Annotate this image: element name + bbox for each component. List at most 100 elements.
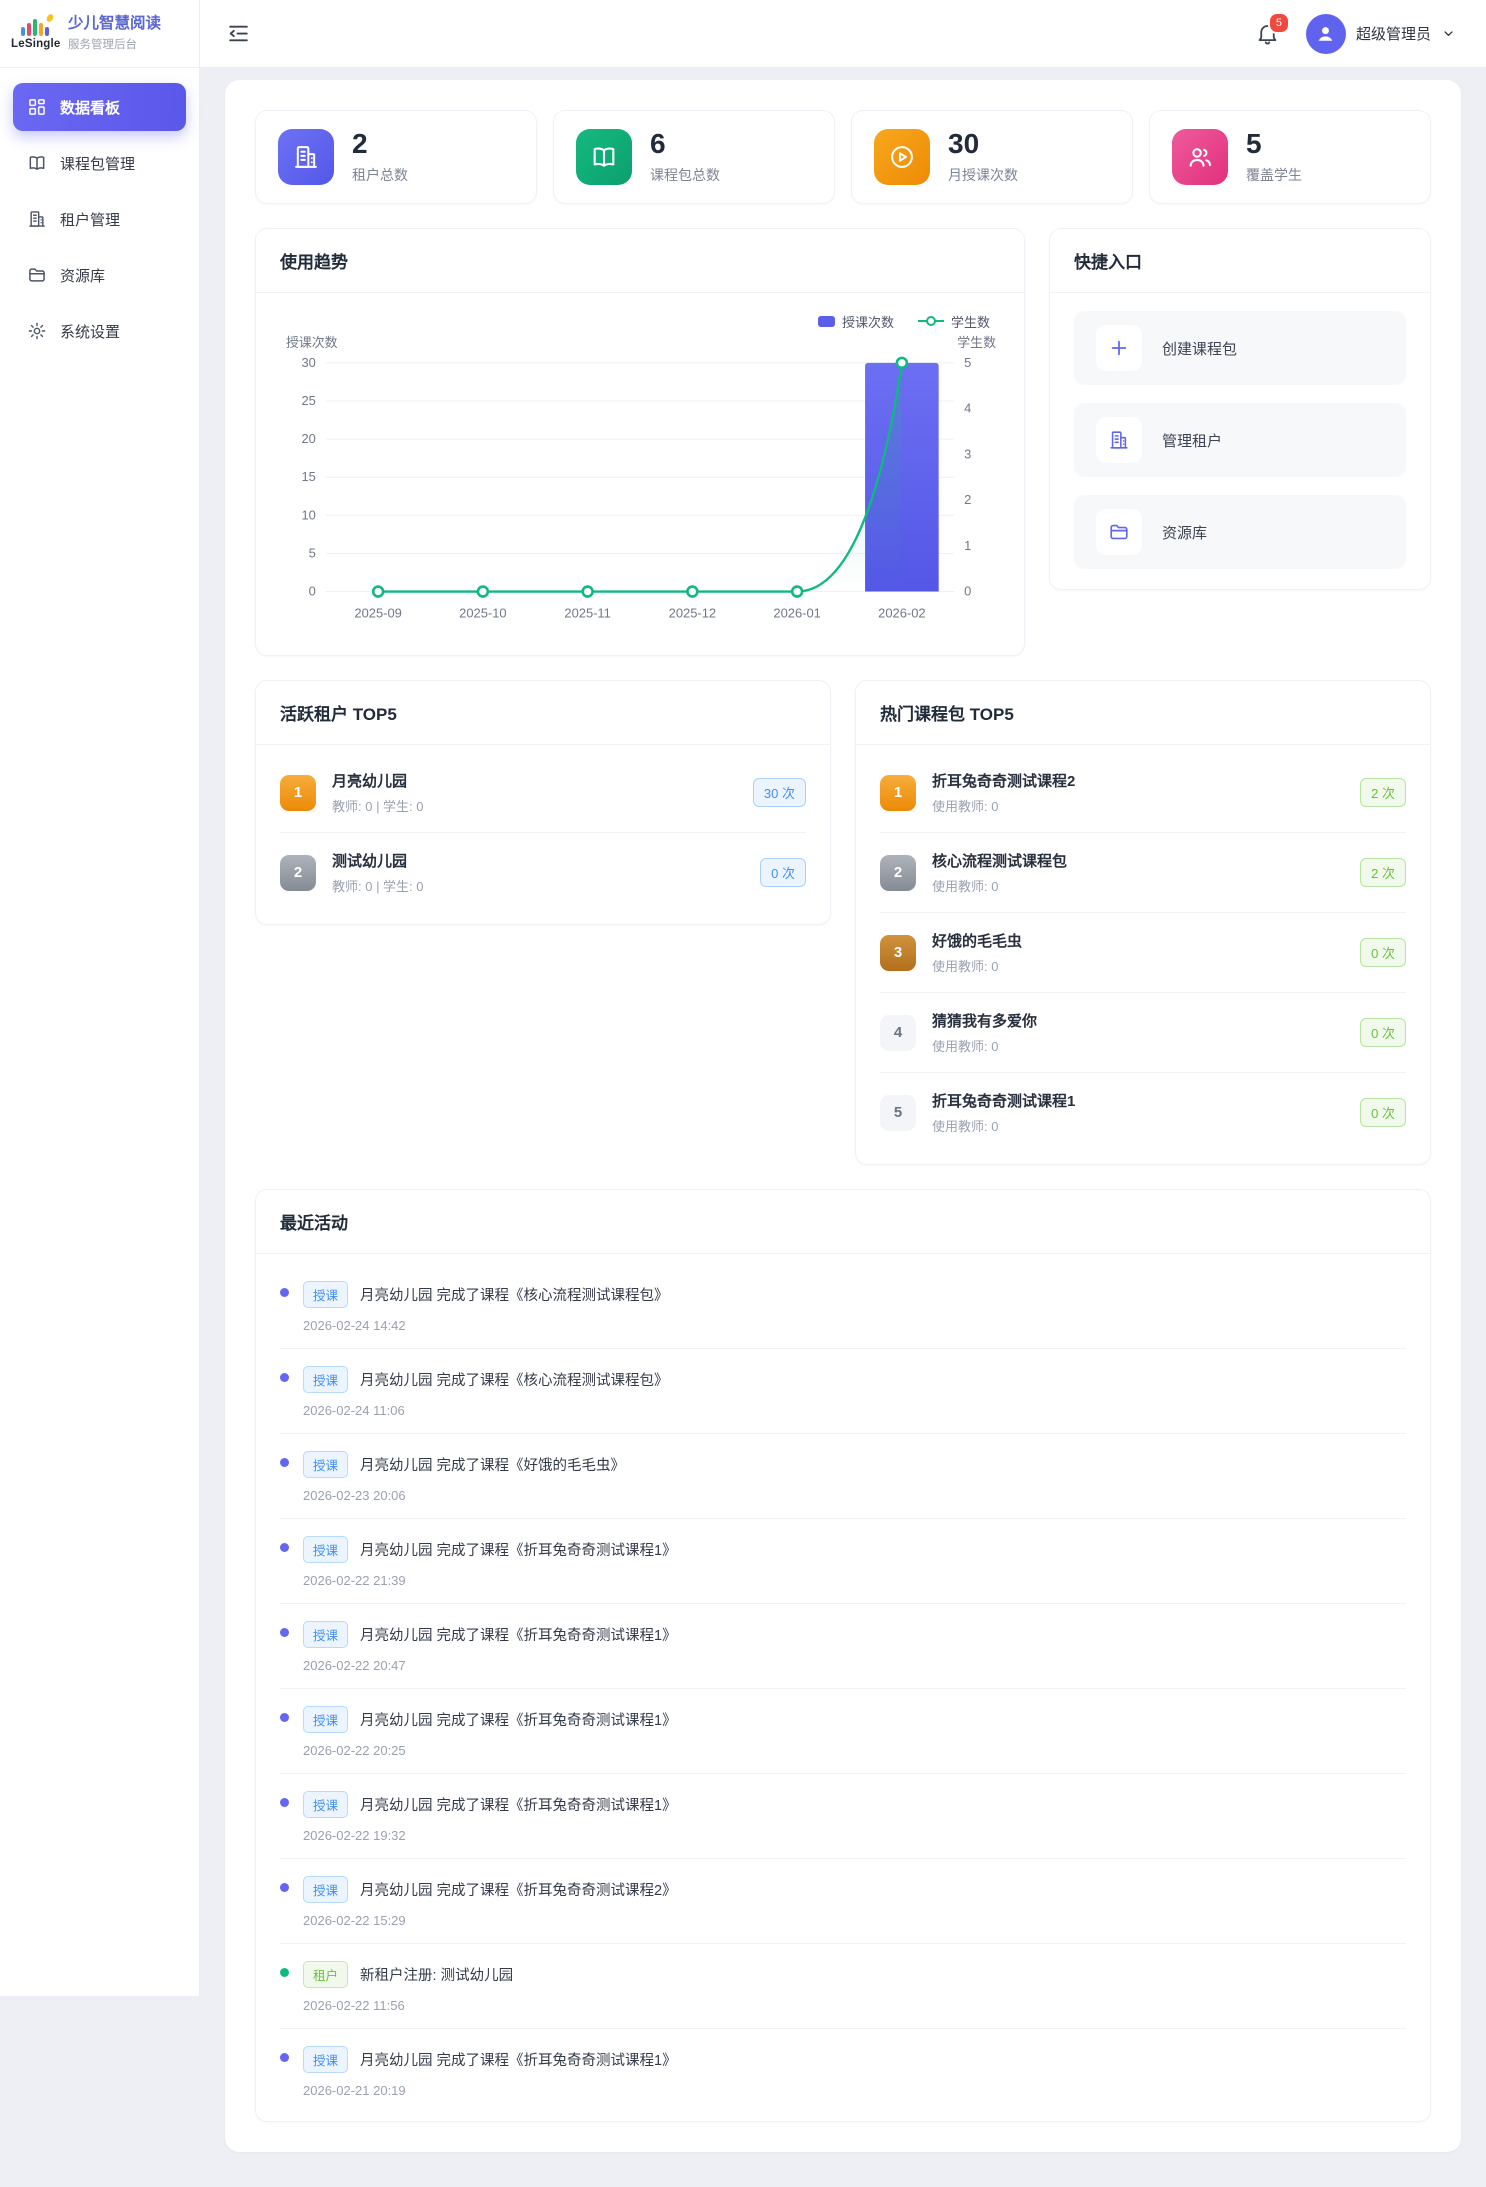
rank-info: 折耳兔奇奇测试课程1 使用教师: 0: [932, 1090, 1344, 1135]
usage-count-badge: 0 次: [760, 858, 806, 887]
activity-text: 月亮幼儿园 完成了课程《折耳兔奇奇测试课程1》: [360, 1709, 677, 1730]
svg-text:学生数: 学生数: [957, 335, 996, 350]
svg-text:2025-12: 2025-12: [669, 605, 716, 620]
activity-text: 月亮幼儿园 完成了课程《折耳兔奇奇测试课程1》: [360, 1794, 677, 1815]
rank-info: 月亮幼儿园 教师: 0 | 学生: 0: [332, 770, 737, 815]
svg-text:5: 5: [964, 355, 971, 370]
quick-entry-1[interactable]: 管理租户: [1074, 403, 1406, 477]
activity-body: 授课 月亮幼儿园 完成了课程《核心流程测试课程包》 2026-02-24 11:…: [303, 1366, 1406, 1418]
activity-item-2: 授课 月亮幼儿园 完成了课程《好饿的毛毛虫》 2026-02-23 20:06: [280, 1434, 1406, 1519]
rank-name: 折耳兔奇奇测试课程1: [932, 1090, 1344, 1111]
users-icon: [1172, 129, 1228, 185]
stat-value: 6: [650, 129, 720, 160]
svg-text:4: 4: [964, 401, 971, 416]
user-name: 超级管理员: [1356, 23, 1431, 44]
sidebar-item-0[interactable]: 数据看板: [13, 83, 186, 131]
activity-type-tag: 授课: [303, 1536, 348, 1563]
activity-type-tag: 授课: [303, 1876, 348, 1903]
packages-row-3: 4 猜猜我有多爱你 使用教师: 0 0 次: [880, 993, 1406, 1073]
logo-bar: [39, 23, 43, 36]
rank-info: 测试幼儿园 教师: 0 | 学生: 0: [332, 850, 744, 895]
svg-text:30: 30: [301, 355, 315, 370]
activity-timestamp: 2026-02-22 20:47: [303, 1658, 1406, 1673]
activity-line: 租户 新租户注册: 测试幼儿园: [303, 1961, 1406, 1988]
activity-type-tag: 授课: [303, 1281, 348, 1308]
stat-text: 5 覆盖学生: [1246, 129, 1302, 185]
svg-text:2026-01: 2026-01: [773, 605, 820, 620]
stat-card-3: 5 覆盖学生: [1149, 110, 1431, 204]
rank-badge: 5: [880, 1095, 916, 1131]
sidebar-item-1[interactable]: 课程包管理: [13, 139, 186, 187]
hot-packages-title: 热门课程包 TOP5: [856, 681, 1430, 745]
activity-text: 月亮幼儿园 完成了课程《核心流程测试课程包》: [360, 1369, 669, 1390]
svg-text:2026-02: 2026-02: [878, 605, 925, 620]
activity-body: 授课 月亮幼儿园 完成了课程《折耳兔奇奇测试课程1》 2026-02-22 20…: [303, 1706, 1406, 1758]
sidebar-item-2[interactable]: 租户管理: [13, 195, 186, 243]
activity-line: 授课 月亮幼儿园 完成了课程《好饿的毛毛虫》: [303, 1451, 1406, 1478]
logo-bar: [45, 27, 49, 36]
activity-dot: [280, 1798, 289, 1807]
rank-info: 猜猜我有多爱你 使用教师: 0: [932, 1010, 1344, 1055]
activity-line: 授课 月亮幼儿园 完成了课程《折耳兔奇奇测试课程1》: [303, 1621, 1406, 1648]
svg-text:0: 0: [964, 584, 971, 599]
stat-card-2: 30 月授课次数: [851, 110, 1133, 204]
collapse-sidebar-button[interactable]: [226, 21, 251, 46]
quick-entry-0[interactable]: 创建课程包: [1074, 311, 1406, 385]
usage-count-badge: 2 次: [1360, 858, 1406, 887]
rank-name: 月亮幼儿园: [332, 770, 737, 791]
usage-count-badge: 0 次: [1360, 1098, 1406, 1127]
recent-activity-title: 最近活动: [256, 1190, 1430, 1254]
book-icon: [27, 153, 47, 173]
activity-item-7: 授课 月亮幼儿园 完成了课程《折耳兔奇奇测试课程2》 2026-02-22 15…: [280, 1859, 1406, 1944]
stat-value: 30: [948, 129, 1018, 160]
user-menu[interactable]: 超级管理员: [1306, 14, 1456, 54]
building-icon: [278, 129, 334, 185]
activity-item-8: 租户 新租户注册: 测试幼儿园 2026-02-22 11:56: [280, 1944, 1406, 2029]
notification-bell-button[interactable]: 5: [1255, 21, 1280, 46]
activity-timestamp: 2026-02-22 20:25: [303, 1743, 1406, 1758]
charts-row: 使用趋势 授课次数学生数 051015202530012345授课次数学生数20…: [255, 228, 1431, 656]
sidebar-item-label: 数据看板: [60, 97, 120, 118]
activity-dot: [280, 1628, 289, 1637]
folder-icon: [27, 265, 47, 285]
activity-timestamp: 2026-02-22 15:29: [303, 1913, 1406, 1928]
svg-text:2025-09: 2025-09: [354, 605, 401, 620]
rank-info: 核心流程测试课程包 使用教师: 0: [932, 850, 1344, 895]
sidebar-item-3[interactable]: 资源库: [13, 251, 186, 299]
rank-badge: 3: [880, 935, 916, 971]
activity-text: 新租户注册: 测试幼儿园: [360, 1964, 513, 1985]
activity-dot: [280, 1883, 289, 1892]
stat-card-1: 6 课程包总数: [553, 110, 835, 204]
rank-subtitle: 使用教师: 0: [932, 796, 1344, 815]
hot-packages-card: 热门课程包 TOP5 1 折耳兔奇奇测试课程2 使用教师: 0 2 次 2 核心…: [855, 680, 1431, 1165]
stat-label: 覆盖学生: [1246, 165, 1302, 185]
usage-trend-card: 使用趋势 授课次数学生数 051015202530012345授课次数学生数20…: [255, 228, 1025, 656]
logo-bar: [21, 27, 25, 36]
sidebar-item-4[interactable]: 系统设置: [13, 307, 186, 355]
activity-dot: [280, 1543, 289, 1552]
activity-body: 授课 月亮幼儿园 完成了课程《好饿的毛毛虫》 2026-02-23 20:06: [303, 1451, 1406, 1503]
dashboard-icon: [27, 97, 47, 117]
activity-text: 月亮幼儿园 完成了课程《好饿的毛毛虫》: [360, 1454, 625, 1475]
activity-item-1: 授课 月亮幼儿园 完成了课程《核心流程测试课程包》 2026-02-24 11:…: [280, 1349, 1406, 1434]
app-title-block: 少儿智慧阅读 服务管理后台: [68, 15, 161, 52]
activity-dot: [280, 1458, 289, 1467]
hot-packages-list: 1 折耳兔奇奇测试课程2 使用教师: 0 2 次 2 核心流程测试课程包 使用教…: [856, 745, 1430, 1164]
activity-item-5: 授课 月亮幼儿园 完成了课程《折耳兔奇奇测试课程1》 2026-02-22 20…: [280, 1689, 1406, 1774]
rank-badge: 1: [280, 775, 316, 811]
quick-entry-2[interactable]: 资源库: [1074, 495, 1406, 569]
quick-entry-label: 创建课程包: [1162, 338, 1237, 359]
activity-line: 授课 月亮幼儿园 完成了课程《核心流程测试课程包》: [303, 1281, 1406, 1308]
activity-line: 授课 月亮幼儿园 完成了课程《折耳兔奇奇测试课程1》: [303, 1536, 1406, 1563]
svg-text:2025-10: 2025-10: [459, 605, 506, 620]
active-tenants-card: 活跃租户 TOP5 1 月亮幼儿园 教师: 0 | 学生: 0 30 次 2 测…: [255, 680, 831, 925]
svg-text:5: 5: [309, 545, 316, 560]
activity-timestamp: 2026-02-24 11:06: [303, 1403, 1406, 1418]
activity-timestamp: 2026-02-22 19:32: [303, 1828, 1406, 1843]
sidebar-item-label: 系统设置: [60, 321, 120, 342]
notification-count-badge: 5: [1268, 12, 1290, 34]
lesingle-logo: LeSingle: [11, 17, 59, 50]
rank-name: 折耳兔奇奇测试课程2: [932, 770, 1344, 791]
rank-subtitle: 使用教师: 0: [932, 956, 1344, 975]
activity-text: 月亮幼儿园 完成了课程《折耳兔奇奇测试课程2》: [360, 1879, 677, 1900]
